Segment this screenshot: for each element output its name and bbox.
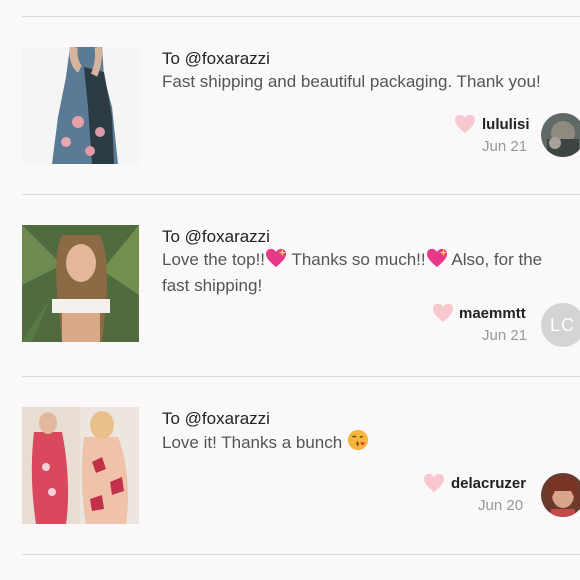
review-recipient[interactable]: To @foxarazzi <box>162 409 270 429</box>
review-recipient[interactable]: To @foxarazzi <box>162 227 270 247</box>
review-message-continued: fast shipping! <box>162 276 263 295</box>
divider <box>22 16 580 17</box>
message-text: Also, for the <box>447 250 543 269</box>
listing-thumbnail[interactable] <box>22 225 139 342</box>
heart-sparkle-emoji <box>426 248 447 268</box>
reviewer-username[interactable]: lululisi <box>482 116 530 133</box>
review-date: Jun 20 <box>478 497 524 514</box>
review-date: Jun 21 <box>482 138 528 155</box>
kiss-emoji <box>347 429 369 451</box>
review-date: Jun 21 <box>482 327 528 344</box>
heart-sparkle-emoji <box>266 248 287 268</box>
divider <box>22 194 580 195</box>
heart-icon[interactable] <box>454 114 476 134</box>
review-message: Love the top!! Thanks so much!! Also, fo… <box>162 247 542 273</box>
avatar[interactable]: LC <box>541 303 580 347</box>
message-text: Love the top!! <box>162 250 266 269</box>
message-text: Thanks so much!! <box>287 250 426 269</box>
listing-thumbnail[interactable] <box>22 47 139 164</box>
avatar[interactable] <box>541 113 580 157</box>
reviewer-username[interactable]: maemmtt <box>459 305 526 322</box>
listing-thumbnail[interactable] <box>22 407 139 524</box>
message-text: Love it! Thanks a bunch <box>162 433 347 452</box>
review-message: Love it! Thanks a bunch <box>162 429 369 456</box>
divider <box>22 376 580 377</box>
avatar[interactable] <box>541 473 580 517</box>
reviewer-username[interactable]: delacruzer <box>451 475 526 492</box>
divider <box>22 554 580 555</box>
review-recipient[interactable]: To @foxarazzi <box>162 49 270 69</box>
heart-icon[interactable] <box>423 473 445 493</box>
heart-icon[interactable] <box>432 303 454 323</box>
review-message: Fast shipping and beautiful packaging. T… <box>162 72 541 91</box>
